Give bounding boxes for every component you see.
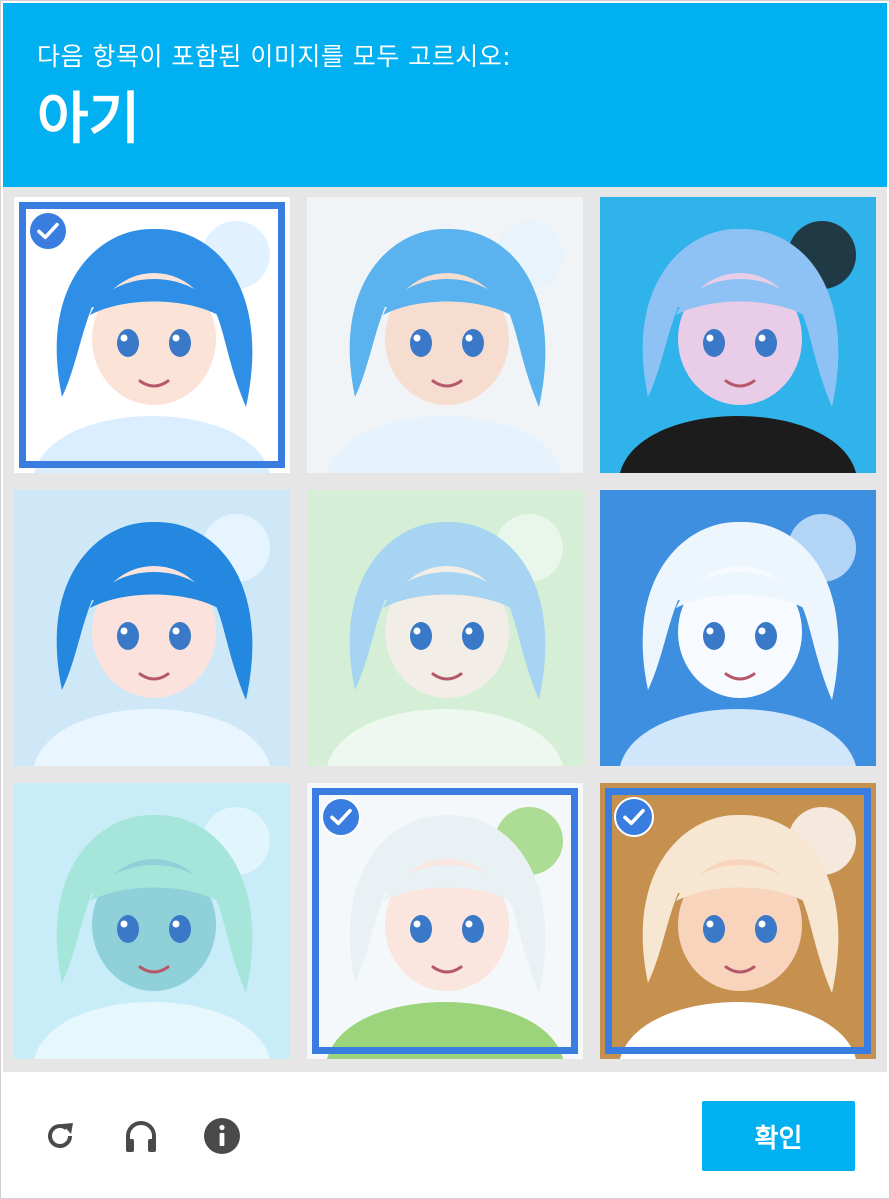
reload-icon[interactable] xyxy=(40,1116,80,1156)
image-tile-4[interactable] xyxy=(14,490,290,766)
image-grid xyxy=(3,187,887,1072)
image-tile-6[interactable] xyxy=(600,490,876,766)
image-tile-1[interactable] xyxy=(14,197,290,473)
image-tile-8[interactable] xyxy=(307,783,583,1059)
tile-illustration xyxy=(600,197,876,473)
tile-illustration xyxy=(307,197,583,473)
tile-illustration xyxy=(307,490,583,766)
checkmark-icon xyxy=(28,211,68,251)
image-tile-7[interactable] xyxy=(14,783,290,1059)
instruction-text: 다음 항목이 포함된 이미지를 모두 고르시오: xyxy=(37,42,512,71)
captcha-footer: 확인 xyxy=(3,1072,887,1198)
headphones-icon[interactable] xyxy=(121,1116,161,1156)
checkmark-icon xyxy=(321,797,361,837)
checkmark-icon xyxy=(614,797,654,837)
image-tile-9[interactable] xyxy=(600,783,876,1059)
target-object-label: 아기 xyxy=(37,87,141,152)
image-tile-3[interactable] xyxy=(600,197,876,473)
tile-illustration xyxy=(600,490,876,766)
captcha-widget: 다음 항목이 포함된 이미지를 모두 고르시오: 아기 확인 xyxy=(0,0,890,1199)
image-tile-2[interactable] xyxy=(307,197,583,473)
info-icon[interactable] xyxy=(202,1116,242,1156)
tile-illustration xyxy=(14,783,290,1059)
captcha-header: 다음 항목이 포함된 이미지를 모두 고르시오: 아기 xyxy=(3,3,887,187)
verify-button[interactable]: 확인 xyxy=(702,1101,855,1171)
tile-illustration xyxy=(14,490,290,766)
image-tile-5[interactable] xyxy=(307,490,583,766)
